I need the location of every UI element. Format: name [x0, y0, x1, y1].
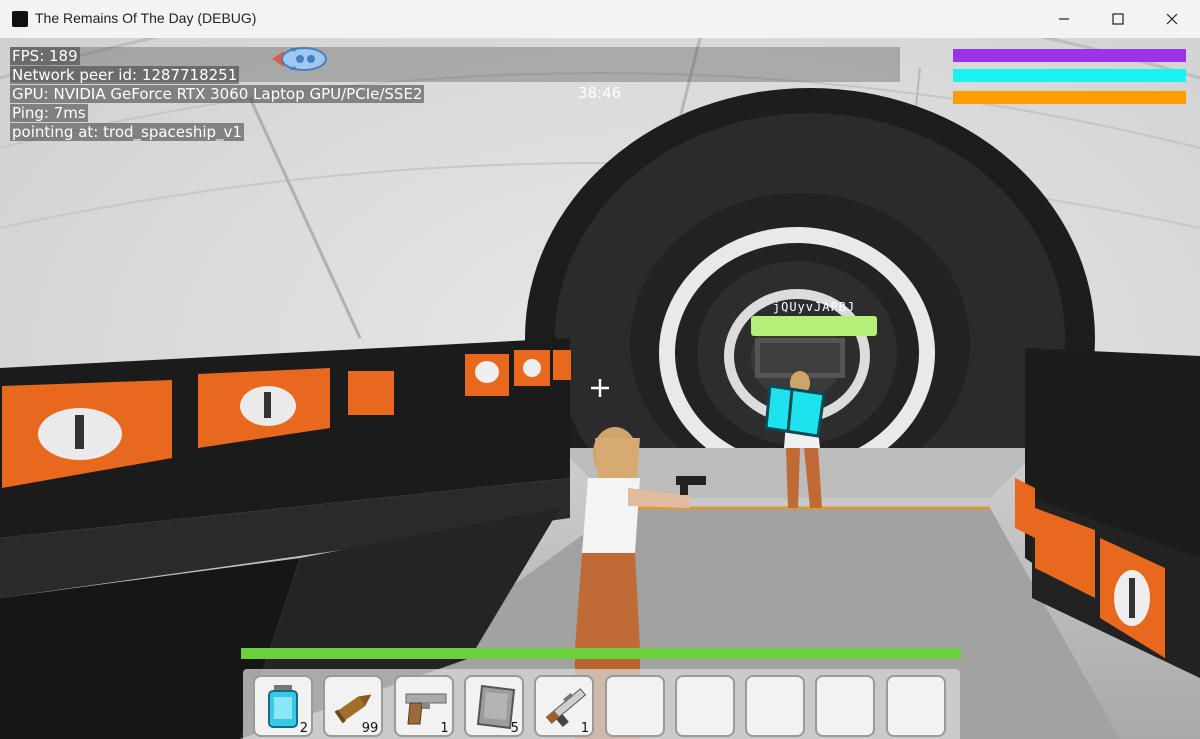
close-icon: [1166, 13, 1178, 25]
status-bar: [953, 91, 1186, 104]
crosshair-icon: [591, 379, 609, 397]
gpu-readout: GPU: NVIDIA GeForce RTX 3060 Laptop GPU/…: [10, 85, 425, 103]
hotbar-slot[interactable]: [604, 675, 665, 737]
close-button[interactable]: [1144, 0, 1200, 38]
item-count: 99: [361, 721, 379, 736]
window-title: The Remains Of The Day (DEBUG): [35, 10, 257, 26]
other-player-health-fill: [751, 316, 877, 336]
hotbar-slot[interactable]: [745, 675, 806, 737]
item-count: 1: [580, 721, 590, 736]
status-bar: [953, 69, 1186, 82]
player-health-fill: [241, 648, 961, 659]
fps-readout: FPS: 189: [10, 47, 80, 65]
game-window: The Remains Of The Day (DEBUG) FPS: 189 …: [0, 0, 1200, 739]
status-bar: [953, 49, 1186, 62]
player-health-bar: [241, 648, 961, 659]
hotbar-slot[interactable]: 1: [534, 675, 595, 737]
hotbar-slot[interactable]: 1: [393, 675, 454, 737]
other-player-health-bar: [751, 316, 877, 336]
title-bar[interactable]: The Remains Of The Day (DEBUG): [0, 0, 1200, 39]
status-bar-fill: [953, 49, 1186, 62]
game-viewport[interactable]: FPS: 189 Network peer id: 1287718251 GPU…: [0, 38, 1200, 739]
peer-id-readout: Network peer id: 1287718251: [10, 66, 240, 84]
hotbar-slot[interactable]: 5: [463, 675, 524, 737]
hotbar-slot[interactable]: 2: [253, 675, 313, 737]
minimize-icon: [1059, 18, 1069, 20]
other-player-name: jQUyvJAPBJ: [772, 300, 856, 314]
hotbar: 2 99 1 5 1: [243, 669, 960, 739]
app-icon: [12, 11, 28, 27]
rocket-icon: [272, 47, 327, 71]
maximize-button[interactable]: [1090, 0, 1146, 38]
item-count: 2: [299, 721, 308, 736]
hotbar-slot[interactable]: [815, 675, 876, 737]
item-count: 1: [440, 721, 449, 736]
status-bar-fill: [953, 91, 1186, 104]
hotbar-slot[interactable]: [674, 675, 735, 737]
pointing-at-readout: pointing at: trod_spaceship_v1: [10, 123, 244, 141]
item-count: 5: [510, 721, 519, 736]
minimize-button[interactable]: [1036, 0, 1092, 38]
game-clock: 38:46: [578, 84, 622, 102]
maximize-icon: [1112, 13, 1124, 25]
hotbar-slot[interactable]: 99: [323, 675, 384, 737]
status-bar-fill: [953, 69, 1186, 82]
ping-readout: Ping: 7ms: [10, 104, 88, 122]
debug-info: FPS: 189 Network peer id: 1287718251 GPU…: [10, 47, 425, 142]
hotbar-slot[interactable]: [885, 675, 946, 737]
